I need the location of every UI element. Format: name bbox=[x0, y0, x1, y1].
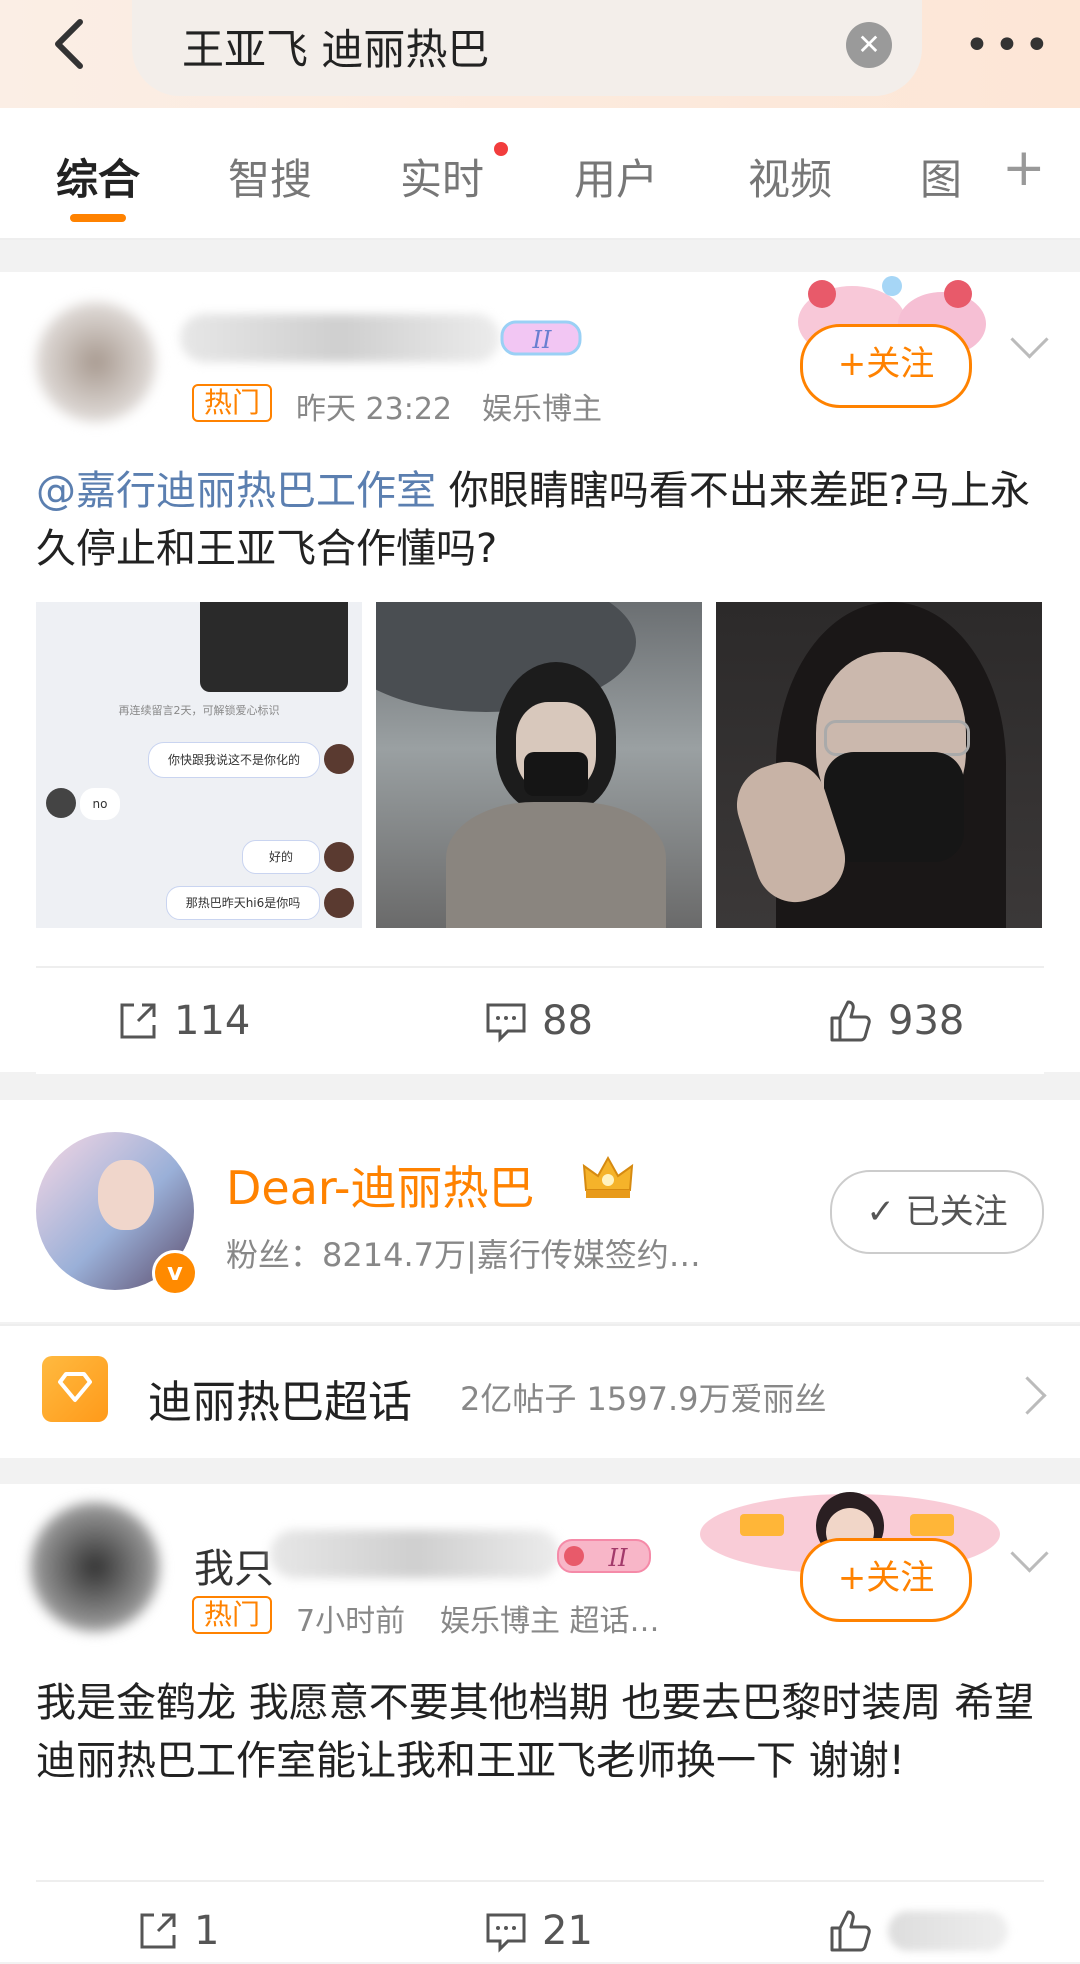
avatar[interactable] bbox=[36, 302, 156, 422]
share-icon bbox=[140, 1913, 176, 1949]
check-icon: ✓ bbox=[866, 1192, 895, 1232]
like-button[interactable]: 938 bbox=[828, 998, 964, 1044]
supertopic-diamond-icon bbox=[42, 1356, 108, 1422]
post-actions: 1 21 bbox=[36, 1880, 1044, 1964]
clear-search-icon[interactable]: ✕ bbox=[846, 22, 892, 68]
followed-button[interactable]: ✓ 已关注 bbox=[830, 1170, 1044, 1254]
hot-badge: 热门 bbox=[192, 1596, 273, 1634]
post-actions: 114 88 938 bbox=[36, 966, 1044, 1074]
username-partial[interactable]: 我只 bbox=[194, 1536, 274, 1594]
account-name[interactable]: Dear-迪丽热巴 bbox=[226, 1152, 534, 1218]
tab-video[interactable]: 视频 bbox=[748, 146, 832, 207]
member-level-icon: II bbox=[557, 1539, 651, 1573]
crown-icon bbox=[582, 1155, 634, 1198]
post-image-photo-2[interactable] bbox=[376, 602, 702, 928]
back-arrow-icon[interactable] bbox=[44, 14, 104, 74]
post-text: 我是金鹤龙 我愿意不要其他档期 也要去巴黎时装周 希望迪丽热巴工作室能让我和王亚… bbox=[36, 1680, 1035, 1784]
supertopic-stats: 2亿帖子 1597.9万爱丽丝 bbox=[460, 1380, 827, 1418]
add-tab-icon[interactable]: + bbox=[1002, 138, 1046, 198]
post-time: 7小时前 bbox=[296, 1604, 406, 1639]
avatar[interactable] bbox=[30, 1502, 160, 1632]
comment-icon bbox=[486, 1913, 526, 1953]
repost-button[interactable]: 1 bbox=[136, 1908, 219, 1954]
mention-link[interactable]: @嘉行迪丽热巴工作室 bbox=[36, 468, 436, 514]
post-image-photo-3[interactable] bbox=[716, 602, 1042, 928]
svg-text:II: II bbox=[532, 326, 552, 354]
notification-dot bbox=[494, 142, 508, 156]
post-image-chat-screenshot[interactable]: 再连续留言2天，可解锁爱心标识 你快跟我说这不是你化的 no 好的 那热巴昨天h… bbox=[36, 602, 362, 928]
comment-button[interactable]: 88 bbox=[484, 998, 593, 1044]
supertopic-row[interactable]: 迪丽热巴超话 2亿帖子 1597.9万爱丽丝 bbox=[0, 1324, 1080, 1458]
top-bar: 王亚飞 迪丽热巴 ✕ ••• bbox=[0, 0, 1080, 108]
svg-text:II: II bbox=[608, 1544, 628, 1572]
fans-count: 粉丝：8214.7万|嘉行传媒签约… bbox=[226, 1236, 701, 1274]
share-icon bbox=[120, 1003, 156, 1039]
post-card[interactable]: 我只 II +关注 热门 7小时前 娱乐博主 超话… 我是金鹤龙 我愿意不要其他… bbox=[0, 1484, 1080, 1962]
chevron-down-icon[interactable] bbox=[1010, 1534, 1049, 1573]
author-category: 娱乐博主 bbox=[482, 392, 602, 427]
likes-count-blurred bbox=[888, 1911, 1008, 1951]
more-options-icon[interactable]: ••• bbox=[964, 20, 1054, 71]
tab-realtime[interactable]: 实时 bbox=[400, 146, 484, 207]
like-button[interactable] bbox=[828, 1908, 1008, 1954]
thumbs-up-icon bbox=[830, 1910, 871, 1952]
post-text: @嘉行迪丽热巴工作室 你眼睛瞎吗看不出来差距?马上永久停止和王亚飞合作懂吗? bbox=[36, 468, 1030, 572]
chevron-right-icon[interactable] bbox=[1008, 1376, 1047, 1415]
chevron-down-icon[interactable] bbox=[1010, 320, 1049, 359]
tab-users[interactable]: 用户 bbox=[574, 146, 658, 207]
tab-images[interactable]: 图 bbox=[920, 146, 962, 207]
thumbs-up-icon bbox=[830, 1000, 871, 1042]
repost-button[interactable]: 114 bbox=[116, 998, 250, 1044]
username-blurred[interactable] bbox=[270, 1530, 560, 1578]
follow-button[interactable]: +关注 bbox=[800, 324, 972, 408]
search-bar[interactable]: 王亚飞 迪丽热巴 ✕ bbox=[132, 0, 922, 96]
follow-button[interactable]: +关注 bbox=[800, 1538, 972, 1622]
comment-button[interactable]: 21 bbox=[484, 1908, 593, 1954]
account-card[interactable]: v Dear-迪丽热巴 粉丝：8214.7万|嘉行传媒签约… ✓ 已关注 bbox=[0, 1100, 1080, 1322]
author-category: 娱乐博主 超话… bbox=[440, 1604, 660, 1639]
search-tabs: 综合 智搜 实时 用户 视频 图 + bbox=[0, 108, 1080, 240]
post-time: 昨天 23:22 bbox=[296, 392, 452, 427]
tab-comprehensive[interactable]: 综合 bbox=[56, 146, 140, 207]
active-tab-indicator bbox=[70, 214, 126, 222]
search-query[interactable]: 王亚飞 迪丽热巴 bbox=[182, 16, 489, 77]
member-level-icon: II bbox=[500, 320, 582, 356]
supertopic-name: 迪丽热巴超话 bbox=[148, 1377, 412, 1428]
hot-badge: 热门 bbox=[192, 384, 273, 422]
username-blurred[interactable] bbox=[180, 314, 500, 362]
comment-icon bbox=[486, 1003, 526, 1043]
verified-badge-icon: v bbox=[152, 1250, 198, 1296]
tab-smart-search[interactable]: 智搜 bbox=[228, 146, 312, 207]
